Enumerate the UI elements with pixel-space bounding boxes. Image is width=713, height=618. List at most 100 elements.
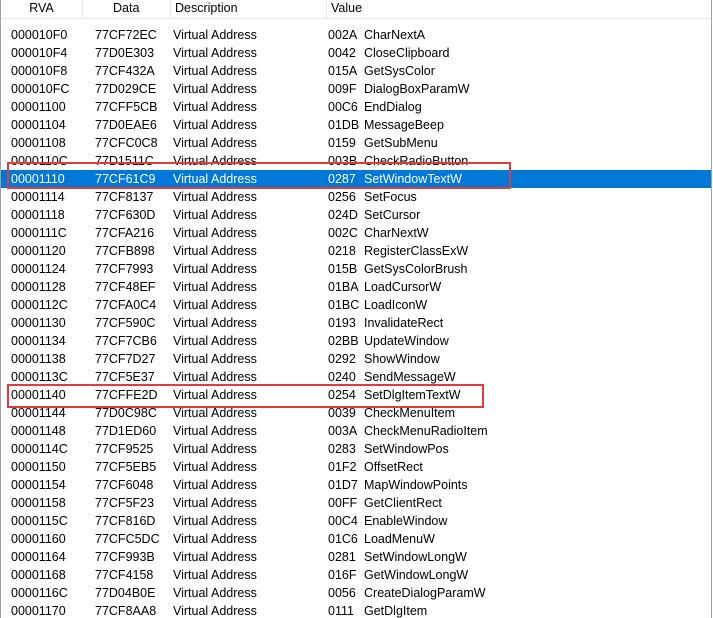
cell-value-hint: 01BA — [328, 280, 359, 294]
column-header-data[interactable]: Data — [83, 0, 171, 18]
table-row[interactable]: 00001158 77CF5F23 Virtual Address 00FF GetCl… — [1, 494, 711, 512]
table-row[interactable]: 00001124 77CF7993 Virtual Address 015B GetSy… — [1, 260, 711, 278]
cell-value: 0283 SetWindowPos — [328, 440, 708, 458]
cell-value-hint: 0042 — [328, 46, 356, 60]
cell-rva: 00001138 — [11, 352, 66, 366]
cell-description: Virtual Address — [173, 82, 257, 96]
table-row[interactable]: 0000112C 77CFA0C4 Virtual Address 01BC LoadI… — [1, 296, 711, 314]
cell-value-function: DialogBoxParamW — [364, 82, 470, 96]
cell-value-hint: 015A — [328, 64, 358, 78]
import-table-view: RVA Data Description Value 000010F0 77CF7… — [0, 0, 712, 618]
cell-value-function: SetWindowTextW — [364, 172, 462, 186]
cell-description: Virtual Address — [173, 604, 257, 618]
table-row[interactable]: 00001144 77D0C98C Virtual Address 0039 Check… — [1, 404, 711, 422]
cell-data: 77CF48EF — [95, 280, 156, 294]
cell-value-function: SetDlgItemTextW — [364, 388, 461, 402]
cell-value: 0039 CheckMenuItem — [328, 404, 708, 422]
cell-value: 01F2 OffsetRect — [328, 458, 708, 476]
cell-rva: 00001144 — [11, 406, 66, 420]
cell-description: Virtual Address — [173, 28, 257, 42]
cell-rva: 00001158 — [11, 496, 66, 510]
cell-data: 77CFA216 — [95, 226, 155, 240]
cell-value-function: SetWindowLongW — [364, 550, 467, 564]
table-row[interactable]: 0000110C 77D1511C Virtual Address 003B Check… — [1, 152, 711, 170]
cell-rva: 0000115C — [11, 514, 68, 528]
cell-description: Virtual Address — [173, 586, 257, 600]
cell-value: 0218 RegisterClassExW — [328, 242, 708, 260]
cell-data: 77CF4158 — [95, 568, 154, 582]
cell-description: Virtual Address — [173, 568, 257, 582]
cell-value-hint: 0254 — [328, 388, 356, 402]
table-row[interactable]: 00001160 77CFC5DC Virtual Address 01C6 LoadM… — [1, 530, 711, 548]
table-row[interactable]: 00001150 77CF5EB5 Virtual Address 01F2 Offse… — [1, 458, 711, 476]
cell-data: 77CF5EB5 — [95, 460, 157, 474]
cell-data: 77CFB898 — [95, 244, 155, 258]
cell-value-function: UpdateWindow — [364, 334, 449, 348]
cell-data: 77CF630D — [95, 208, 156, 222]
table-row[interactable]: 00001108 77CFC0C8 Virtual Address 0159 GetSu… — [1, 134, 711, 152]
table-row[interactable]: 000010F8 77CF432A Virtual Address 015A GetSy… — [1, 62, 711, 80]
cell-data: 77D1511C — [95, 154, 154, 168]
table-row[interactable]: 00001118 77CF630D Virtual Address 024D SetCu… — [1, 206, 711, 224]
cell-data: 77CF816D — [95, 514, 156, 528]
table-row[interactable]: 0000116C 77D04B0E Virtual Address 0056 Creat… — [1, 584, 711, 602]
cell-data: 77CF8137 — [95, 190, 154, 204]
cell-rva: 00001120 — [11, 244, 66, 258]
cell-value: 0256 SetFocus — [328, 188, 708, 206]
cell-description: Virtual Address — [173, 496, 257, 510]
table-row[interactable]: 0000115C 77CF816D Virtual Address 00C4 Enabl… — [1, 512, 711, 530]
cell-data: 77CF7CB6 — [95, 334, 157, 348]
cell-data: 77D1ED60 — [95, 424, 157, 438]
table-row[interactable]: 0000113C 77CF5E37 Virtual Address 0240 SendM… — [1, 368, 711, 386]
table-row[interactable]: 00001164 77CF993B Virtual Address 0281 SetWi… — [1, 548, 711, 566]
cell-value: 00C4 EnableWindow — [328, 512, 708, 530]
cell-value-function: LoadMenuW — [364, 532, 435, 546]
cell-value-function: CheckMenuItem — [364, 406, 456, 420]
cell-value-function: CheckMenuRadioItem — [364, 424, 488, 438]
cell-rva: 00001128 — [11, 280, 66, 294]
table-row[interactable]: 00001128 77CF48EF Virtual Address 01BA LoadC… — [1, 278, 711, 296]
table-row[interactable]: 00001134 77CF7CB6 Virtual Address 02BB Updat… — [1, 332, 711, 350]
cell-data: 77CFC0C8 — [95, 136, 158, 150]
cell-value: 02BB UpdateWindow — [328, 332, 708, 350]
table-row[interactable]: 00001148 77D1ED60 Virtual Address 003A Check… — [1, 422, 711, 440]
table-row[interactable]: 0000111C 77CFA216 Virtual Address 002C CharN… — [1, 224, 711, 242]
column-header-description[interactable]: Description — [171, 0, 327, 18]
cell-description: Virtual Address — [173, 100, 257, 114]
cell-value-function: GetSysColor — [364, 64, 435, 78]
cell-value: 0193 InvalidateRect — [328, 314, 708, 332]
cell-value: 009F DialogBoxParamW — [328, 80, 708, 98]
column-header-rva[interactable]: RVA — [1, 0, 83, 18]
table-row[interactable]: 00001110 77CF61C9 Virtual Address 0287 SetWi… — [1, 170, 711, 188]
table-row[interactable]: 0000114C 77CF9525 Virtual Address 0283 SetWi… — [1, 440, 711, 458]
table-row[interactable]: 00001130 77CF590C Virtual Address 0193 Inval… — [1, 314, 711, 332]
table-row[interactable]: 00001104 77D0EAE6 Virtual Address 01DB Messa… — [1, 116, 711, 134]
cell-value-hint: 0281 — [328, 550, 356, 564]
cell-description: Virtual Address — [173, 64, 257, 78]
table-row[interactable]: 00001114 77CF8137 Virtual Address 0256 SetFo… — [1, 188, 711, 206]
cell-value-function: GetSubMenu — [364, 136, 438, 150]
table-row[interactable]: 000010FC 77D029CE Virtual Address 009F Dialo… — [1, 80, 711, 98]
table-row[interactable]: 00001100 77CFF5CB Virtual Address 00C6 EndDi… — [1, 98, 711, 116]
cell-value: 01BA LoadCursorW — [328, 278, 708, 296]
cell-data: 77CF993B — [95, 550, 155, 564]
table-row[interactable]: 000010F4 77D0E303 Virtual Address 0042 Close… — [1, 44, 711, 62]
cell-data: 77D0EAE6 — [95, 118, 157, 132]
column-header-value[interactable]: Value — [327, 0, 711, 18]
cell-value: 01C6 LoadMenuW — [328, 530, 708, 548]
cell-description: Virtual Address — [173, 154, 257, 168]
cell-value-hint: 01C6 — [328, 532, 358, 546]
table-row[interactable]: 00001170 77CF8AA8 Virtual Address 0111 GetDl… — [1, 602, 711, 618]
cell-rva: 00001168 — [11, 568, 66, 582]
table-row[interactable]: 00001168 77CF4158 Virtual Address 016F GetWi… — [1, 566, 711, 584]
cell-value: 016F GetWindowLongW — [328, 566, 708, 584]
table-row[interactable]: 00001140 77CFFE2D Virtual Address 0254 SetDl… — [1, 386, 711, 404]
table-row[interactable]: 00001138 77CF7D27 Virtual Address 0292 ShowW… — [1, 350, 711, 368]
cell-value-function: EndDialog — [364, 100, 422, 114]
table-row[interactable]: 000010F0 77CF72EC Virtual Address 002A CharN… — [1, 26, 711, 44]
table-row[interactable]: 00001154 77CF6048 Virtual Address 01D7 MapWi… — [1, 476, 711, 494]
cell-value-hint: 01D7 — [328, 478, 358, 492]
cell-value-function: GetClientRect — [364, 496, 442, 510]
cell-rva: 00001148 — [11, 424, 66, 438]
table-row[interactable]: 00001120 77CFB898 Virtual Address 0218 Regis… — [1, 242, 711, 260]
